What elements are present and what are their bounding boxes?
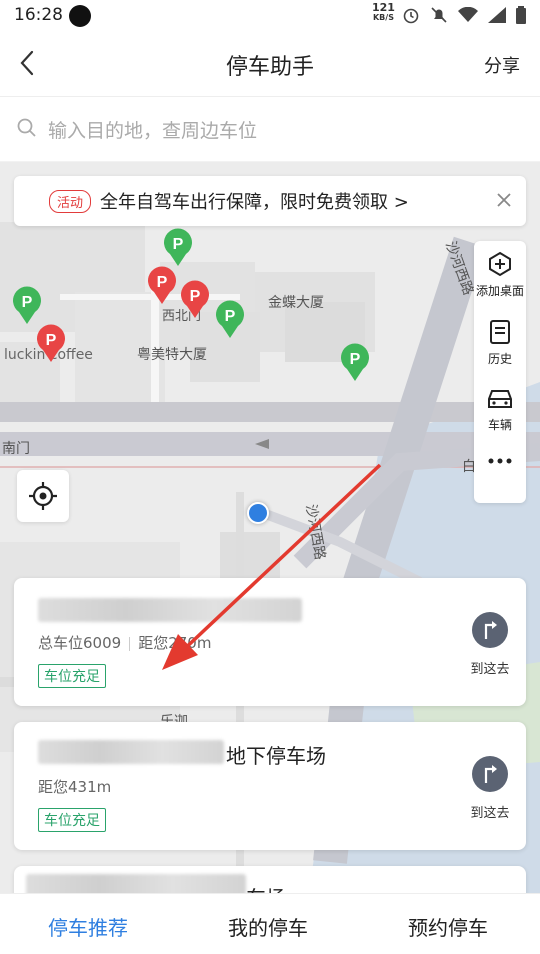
- history-icon: [490, 320, 510, 344]
- parking-marker-green[interactable]: P: [11, 286, 43, 326]
- svg-text:P: P: [22, 294, 33, 311]
- alarm-icon: [402, 6, 420, 28]
- network-speed-value: 121: [372, 1, 395, 14]
- nav-header: 停车助手 分享: [0, 32, 540, 97]
- map-label-nanmen: 南门: [2, 441, 30, 457]
- navigate-icon: [472, 612, 508, 648]
- parking-name-redacted: [38, 598, 302, 622]
- network-speed-unit: KB/S: [372, 13, 394, 22]
- share-button[interactable]: 分享: [484, 52, 520, 78]
- parking-marker-green[interactable]: P: [162, 228, 194, 268]
- tool-history[interactable]: 历史: [474, 319, 526, 367]
- tool-add-desktop[interactable]: 添加桌面: [474, 251, 526, 299]
- parking-distance: 距您431m: [38, 778, 112, 796]
- close-icon[interactable]: [494, 190, 514, 214]
- parking-distance: 距您270m: [138, 634, 212, 652]
- tool-label: 添加桌面: [475, 284, 524, 298]
- promo-text: 全年自驾车出行保障，限时免费领取 >: [100, 192, 409, 213]
- signal-icon: [488, 7, 506, 27]
- svg-text:P: P: [46, 332, 57, 349]
- status-icons: [402, 6, 526, 28]
- page-title: 停车助手: [225, 55, 314, 80]
- parking-card[interactable]: 总车位6009 距您270m 车位充足 到这去: [14, 578, 526, 706]
- more-icon: [488, 458, 512, 464]
- status-time: 16:28: [14, 5, 63, 25]
- availability-tag: 车位充足: [38, 808, 106, 832]
- locate-button[interactable]: [17, 470, 69, 522]
- car-icon: [488, 390, 512, 408]
- map-label-yuemeite: 粤美特大厦: [137, 347, 207, 363]
- battery-icon: [516, 6, 526, 28]
- svg-text:P: P: [190, 288, 201, 305]
- promo-banner[interactable]: 活动 全年自驾车出行保障，限时免费领取 >: [14, 176, 526, 226]
- parking-name: 地下停车场: [226, 744, 326, 768]
- add-desktop-icon: [489, 251, 511, 277]
- parking-meta: 总车位6009 距您270m: [38, 632, 211, 653]
- tool-more[interactable]: [474, 453, 526, 472]
- parking-marker-red[interactable]: P: [179, 280, 211, 320]
- tool-car[interactable]: 车辆: [474, 387, 526, 433]
- navigate-button[interactable]: 到这去: [460, 612, 520, 677]
- parking-name-redacted: [38, 740, 224, 764]
- navigate-icon: [472, 756, 508, 792]
- map-toolbar: 添加桌面 历史 车辆: [474, 241, 526, 503]
- search-placeholder: 输入目的地，查周边车位: [48, 120, 258, 142]
- tab-my-parking[interactable]: 我的停车: [228, 912, 308, 941]
- network-speed: 121 KB/S: [372, 1, 395, 23]
- tab-reserve-parking[interactable]: 预约停车: [408, 912, 488, 941]
- parking-spaces: 总车位6009: [38, 634, 122, 652]
- parking-marker-red[interactable]: P: [146, 266, 178, 306]
- crosshair-icon: [29, 482, 57, 510]
- svg-text:P: P: [157, 274, 168, 291]
- tiktok-icon: [69, 5, 91, 27]
- user-location-dot: [247, 502, 269, 524]
- svg-text:P: P: [350, 351, 361, 368]
- parking-card[interactable]: 地下停车场 距您431m 车位充足 到这去: [14, 722, 526, 850]
- status-bar: 16:28 121 KB/S: [0, 0, 540, 32]
- navigate-button[interactable]: 到这去: [460, 756, 520, 821]
- mute-icon: [430, 6, 448, 28]
- svg-text:P: P: [225, 308, 236, 325]
- wifi-icon: [458, 6, 478, 27]
- navigate-label: 到这去: [470, 662, 510, 677]
- divider: [129, 636, 131, 651]
- bottom-tab-bar: 停车推荐 我的停车 预约停车: [0, 893, 540, 954]
- parking-marker-green[interactable]: P: [339, 343, 371, 383]
- search-icon: [16, 117, 38, 143]
- parking-marker-green[interactable]: P: [214, 300, 246, 340]
- search-bar[interactable]: 输入目的地，查周边车位: [0, 97, 540, 161]
- tab-recommend[interactable]: 停车推荐: [48, 912, 128, 941]
- svg-text:P: P: [173, 236, 184, 253]
- tool-label: 历史: [487, 352, 512, 366]
- availability-tag: 车位充足: [38, 664, 106, 688]
- map-label-jindie: 金蝶大厦: [268, 295, 324, 311]
- tool-label: 车辆: [487, 418, 512, 432]
- parking-marker-red[interactable]: P: [35, 324, 67, 364]
- activity-badge: 活动: [49, 190, 92, 213]
- navigate-label: 到这去: [470, 806, 510, 821]
